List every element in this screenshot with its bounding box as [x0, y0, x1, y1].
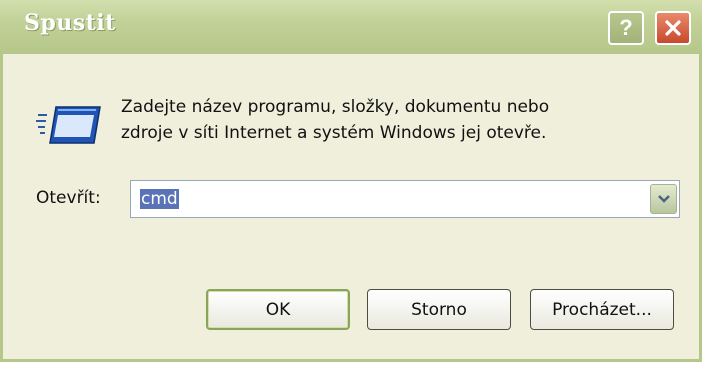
help-button[interactable]: ? — [608, 11, 644, 45]
title-bar[interactable]: Spustit ? — [0, 0, 702, 54]
open-input[interactable]: cmd — [140, 189, 179, 209]
ok-button[interactable]: OK — [206, 289, 350, 330]
cancel-button[interactable]: Storno — [367, 289, 511, 330]
description-line-1: Zadejte název programu, složky, dokument… — [121, 97, 550, 117]
open-label: Otevřít: — [36, 188, 101, 208]
close-icon — [665, 20, 681, 36]
description: Zadejte název programu, složky, dokument… — [121, 94, 549, 146]
run-dialog: Spustit ? Zadejte název programu, složky… — [0, 0, 702, 362]
open-combobox[interactable]: cmd — [130, 180, 680, 218]
chevron-down-icon — [657, 195, 670, 203]
run-icon — [36, 106, 101, 144]
close-button[interactable] — [655, 11, 691, 45]
help-icon: ? — [619, 15, 633, 40]
description-line-2: zdroje v síti Internet a systém Windows … — [121, 123, 547, 143]
browse-button[interactable]: Procházet... — [530, 289, 674, 330]
dropdown-button[interactable] — [650, 184, 677, 214]
window-title: Spustit — [24, 10, 116, 36]
